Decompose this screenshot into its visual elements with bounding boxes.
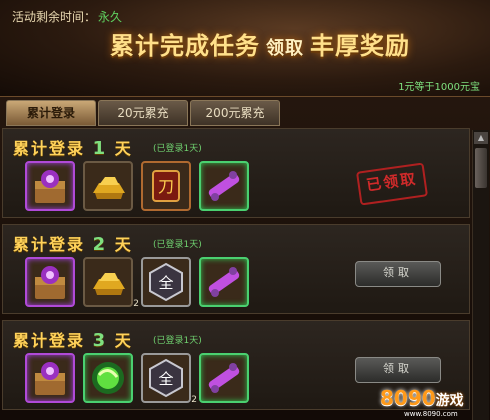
claimed-stamp: 已领取 xyxy=(355,162,429,206)
gold-ingot-icon[interactable]: 2 xyxy=(83,257,139,309)
quan-token-icon[interactable]: 全 2 xyxy=(141,353,197,405)
row-title-a: 累计登录 xyxy=(13,235,86,254)
reward-list: 累计登录 1 天 (已登录1天) 刀 已领取 累计登录 2 天 (已登录1天) … xyxy=(2,128,470,420)
row-title-a: 累计登录 xyxy=(13,331,86,350)
row-day-number: 2 xyxy=(92,234,108,255)
svg-text:刀: 刀 xyxy=(158,177,174,196)
row-title-b: 天 xyxy=(114,331,133,350)
banner: 活动剩余时间： 永久 累计完成任务 领取 丰厚奖励 1元等于1000元宝 xyxy=(0,0,490,97)
tab-bar: 累计登录 20元累充 200元累充 xyxy=(0,100,490,126)
banner-title: 累计完成任务 领取 丰厚奖励 xyxy=(60,26,460,61)
row-title: 累计登录 1 天 xyxy=(13,135,133,159)
gold-ingot-icon[interactable] xyxy=(83,161,133,211)
banner-title-right: 丰厚奖励 xyxy=(310,32,410,60)
blade-scroll-icon[interactable]: 刀 xyxy=(141,161,191,211)
tab-login[interactable]: 累计登录 xyxy=(6,100,96,126)
scroll-thumb[interactable] xyxy=(475,148,487,188)
row-title-b: 天 xyxy=(114,235,133,254)
banner-title-mid: 领取 xyxy=(266,38,304,59)
timer-value: 永久 xyxy=(98,10,123,24)
activity-window: 活动剩余时间： 永久 累计完成任务 领取 丰厚奖励 1元等于1000元宝 累计登录 2… xyxy=(0,0,490,420)
green-orb-icon[interactable] xyxy=(83,353,133,403)
item-quantity: 2 xyxy=(133,299,139,309)
row-title: 累计登录 2 天 xyxy=(13,231,133,255)
timer-label: 活动剩余时间： xyxy=(12,10,97,24)
site-watermark: 8090游戏 xyxy=(380,386,464,410)
reward-row-day1: 累计登录 1 天 (已登录1天) 刀 已领取 xyxy=(2,128,470,218)
tab-recharge-200[interactable]: 200元累充 xyxy=(190,100,280,126)
row-progress: (已登录1天) xyxy=(153,144,202,154)
treasure-chest-icon[interactable] xyxy=(25,257,75,307)
reward-row-day2: 累计登录 2 天 (已登录1天) 2 全 领取 xyxy=(2,224,470,314)
quan-token-icon[interactable]: 全 xyxy=(141,257,191,307)
watermark-suffix: 游戏 xyxy=(435,393,464,409)
purple-scroll-icon[interactable] xyxy=(199,257,249,307)
row-day-number: 3 xyxy=(92,330,108,351)
purple-scroll-icon[interactable] xyxy=(199,353,249,403)
watermark-url: www.8090.com xyxy=(404,410,458,418)
treasure-chest-icon[interactable] xyxy=(25,353,75,403)
scrollbar[interactable]: ▲ xyxy=(472,130,489,420)
row-progress: (已登录1天) xyxy=(153,240,202,250)
purple-scroll-icon[interactable] xyxy=(199,161,249,211)
svg-text:全: 全 xyxy=(158,274,173,292)
row-day-number: 1 xyxy=(92,138,108,159)
tab-recharge-20[interactable]: 20元累充 xyxy=(98,100,188,126)
row-title-a: 累计登录 xyxy=(13,139,86,158)
exchange-rate: 1元等于1000元宝 xyxy=(398,82,480,93)
timer: 活动剩余时间： 永久 xyxy=(12,8,122,25)
row-title: 累计登录 3 天 xyxy=(13,327,133,351)
claim-button[interactable]: 领取 xyxy=(355,357,441,383)
banner-title-left: 累计完成任务 xyxy=(110,32,260,60)
svg-text:全: 全 xyxy=(158,370,173,388)
claim-button[interactable]: 领取 xyxy=(355,261,441,287)
row-progress: (已登录1天) xyxy=(153,336,202,346)
watermark-brand: 8090 xyxy=(380,386,436,410)
row-title-b: 天 xyxy=(114,139,133,158)
scroll-up-icon[interactable]: ▲ xyxy=(474,132,488,144)
treasure-chest-icon[interactable] xyxy=(25,161,75,211)
item-quantity: 2 xyxy=(191,395,197,405)
